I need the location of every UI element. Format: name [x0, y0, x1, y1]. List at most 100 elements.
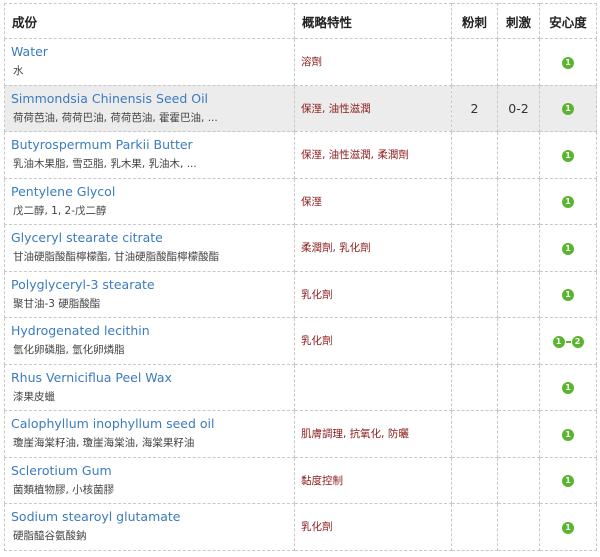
irritation-cell [497, 131, 540, 179]
ingredient-alias: 甘油硬脂酸酯檸檬酯, 甘油硬脂酸酯檸檬酸酯 [13, 251, 220, 264]
acne-cell [451, 363, 498, 411]
safety-badge-icon: 1 [562, 289, 574, 302]
acne-cell: 2 [451, 84, 498, 132]
table-row: Simmondsia Chinensis Seed Oil 荷荷芭油, 荷荷巴油,… [4, 84, 597, 132]
ingredient-link[interactable]: Glyceryl stearate citrate [11, 229, 294, 246]
ingredient-link[interactable]: Sodium stearoyl glutamate [11, 508, 294, 525]
table-row: Hydrogenated lecithin 氫化卵磷脂, 氫化卵燐脂 乳化劑 1 2 [4, 317, 597, 365]
safety-badge-icon: 1 [562, 103, 574, 116]
safety-badge-icon: 1 [562, 382, 574, 395]
ingredient-cell: Pentylene Glycol 戊二醇, 1, 2-戊二醇 [4, 177, 295, 225]
ingredient-cell: Rhus Verniciflua Peel Wax 漆果皮蠟 [4, 363, 295, 411]
ingredient-cell: Calophyllum inophyllum seed oil 瓊崖海棠籽油, 瓊… [4, 410, 295, 458]
properties-cell: 乳化劑 [294, 503, 452, 551]
safety-cell: 1 [539, 456, 597, 504]
properties-cell: 黏度控制 [294, 456, 452, 504]
irritation-cell [497, 503, 540, 551]
ingredient-link[interactable]: Sclerotium Gum [11, 462, 294, 479]
properties-cell: 柔潤劑, 乳化劑 [294, 224, 452, 272]
properties-cell [294, 363, 452, 411]
ingredient-link[interactable]: Pentylene Glycol [11, 183, 294, 200]
acne-cell [451, 224, 498, 272]
table-row: Sclerotium Gum 菌類植物膠, 小核菌膠 黏度控制 1 [4, 456, 597, 504]
ingredient-cell: Sclerotium Gum 菌類植物膠, 小核菌膠 [4, 456, 295, 504]
properties-cell: 乳化劑 [294, 317, 452, 365]
safety-badge-icon: 1 [562, 149, 574, 162]
acne-cell [451, 131, 498, 179]
header-ingredient: 成份 [4, 3, 295, 39]
table-row: Glyceryl stearate citrate 甘油硬脂酸酯檸檬酯, 甘油硬脂… [4, 224, 597, 272]
table-row: Pentylene Glycol 戊二醇, 1, 2-戊二醇 保溼 1 [4, 177, 597, 225]
header-acne: 粉刺 [451, 3, 498, 39]
acne-cell [451, 456, 498, 504]
ingredient-link[interactable]: Calophyllum inophyllum seed oil [11, 415, 294, 432]
irritation-cell [497, 317, 540, 365]
irritation-cell [497, 270, 540, 318]
ingredient-alias: 戊二醇, 1, 2-戊二醇 [13, 204, 107, 217]
ingredient-alias: 氫化卵磷脂, 氫化卵燐脂 [13, 344, 125, 357]
acne-cell [451, 270, 498, 318]
acne-cell [451, 410, 498, 458]
ingredient-link[interactable]: Water [11, 43, 294, 60]
safety-badge-icon: 1 [562, 521, 574, 534]
table-header-row: 成份 概略特性 粉刺 刺激 安心度 [4, 3, 597, 39]
ingredient-cell: Polyglyceryl-3 stearate 聚甘油-3 硬脂酸酯 [4, 270, 295, 318]
range-dash [565, 340, 571, 343]
ingredient-link[interactable]: Hydrogenated lecithin [11, 322, 294, 339]
irritation-cell [497, 456, 540, 504]
table-row: Rhus Verniciflua Peel Wax 漆果皮蠟 1 [4, 363, 597, 411]
ingredient-cell: Simmondsia Chinensis Seed Oil 荷荷芭油, 荷荷巴油,… [4, 84, 295, 132]
table-row: Water 水 溶劑 1 [4, 38, 597, 86]
safety-cell: 1 [539, 270, 597, 318]
safety-badge-icon: 1 [562, 475, 574, 488]
safety-badge-icon: 1 [562, 428, 574, 441]
properties-cell: 保溼, 油性滋潤, 柔潤劑 [294, 131, 452, 179]
header-irritation: 刺激 [497, 3, 540, 39]
irritation-cell: 0-2 [497, 84, 540, 132]
irritation-cell [497, 224, 540, 272]
ingredient-cell: Water 水 [4, 38, 295, 86]
ingredient-link[interactable]: Butyrospermum Parkii Butter [11, 136, 294, 153]
properties-cell: 保溼, 油性滋潤 [294, 84, 452, 132]
irritation-cell [497, 363, 540, 411]
safety-cell: 12 [539, 317, 597, 365]
ingredient-cell: Glyceryl stearate citrate 甘油硬脂酸酯檸檬酯, 甘油硬脂… [4, 224, 295, 272]
acne-cell [451, 503, 498, 551]
acne-cell [451, 38, 498, 86]
ingredient-link[interactable]: Simmondsia Chinensis Seed Oil [11, 90, 294, 107]
ingredient-cell: Sodium stearoyl glutamate 硬脂醯谷氨酸鈉 [4, 503, 295, 551]
ingredient-link[interactable]: Rhus Verniciflua Peel Wax [11, 369, 294, 386]
safety-cell: 1 [539, 131, 597, 179]
acne-cell [451, 317, 498, 365]
safety-cell: 1 [539, 84, 597, 132]
properties-cell: 保溼 [294, 177, 452, 225]
safety-cell: 1 [539, 224, 597, 272]
ingredient-alias: 漆果皮蠟 [13, 390, 55, 403]
ingredient-cell: Butyrospermum Parkii Butter 乳油木果脂, 雪亞脂, 乳… [4, 131, 295, 179]
safety-cell: 1 [539, 177, 597, 225]
irritation-cell [497, 38, 540, 86]
ingredients-table: 成份 概略特性 粉刺 刺激 安心度 Water 水 溶劑 1 Simmondsia Ch… [4, 3, 597, 551]
safety-cell: 1 [539, 363, 597, 411]
header-safety: 安心度 [539, 3, 597, 39]
ingredient-alias: 瓊崖海棠籽油, 瓊崖海棠油, 海棠果籽油 [13, 437, 195, 450]
irritation-cell [497, 410, 540, 458]
properties-cell: 溶劑 [294, 38, 452, 86]
safety-badge-icon: 1 [562, 242, 574, 255]
ingredient-alias: 聚甘油-3 硬脂酸酯 [13, 297, 101, 310]
safety-badge-icon: 1 [562, 196, 574, 209]
ingredient-alias: 水 [13, 65, 24, 78]
ingredient-link[interactable]: Polyglyceryl-3 stearate [11, 276, 294, 293]
ingredient-alias: 菌類植物膠, 小核菌膠 [13, 483, 115, 496]
safety-cell: 1 [539, 38, 597, 86]
safety-cell: 1 [539, 410, 597, 458]
safety-cell: 1 [539, 503, 597, 551]
table-row: Butyrospermum Parkii Butter 乳油木果脂, 雪亞脂, 乳… [4, 131, 597, 179]
ingredient-cell: Hydrogenated lecithin 氫化卵磷脂, 氫化卵燐脂 [4, 317, 295, 365]
safety-badge-icon: 1 [562, 56, 574, 69]
table-row: Calophyllum inophyllum seed oil 瓊崖海棠籽油, 瓊… [4, 410, 597, 458]
ingredient-alias: 乳油木果脂, 雪亞脂, 乳木果, 乳油木, ... [13, 158, 197, 171]
table-row: Sodium stearoyl glutamate 硬脂醯谷氨酸鈉 乳化劑 1 [4, 503, 597, 551]
header-properties: 概略特性 [294, 3, 452, 39]
properties-cell: 乳化劑 [294, 270, 452, 318]
